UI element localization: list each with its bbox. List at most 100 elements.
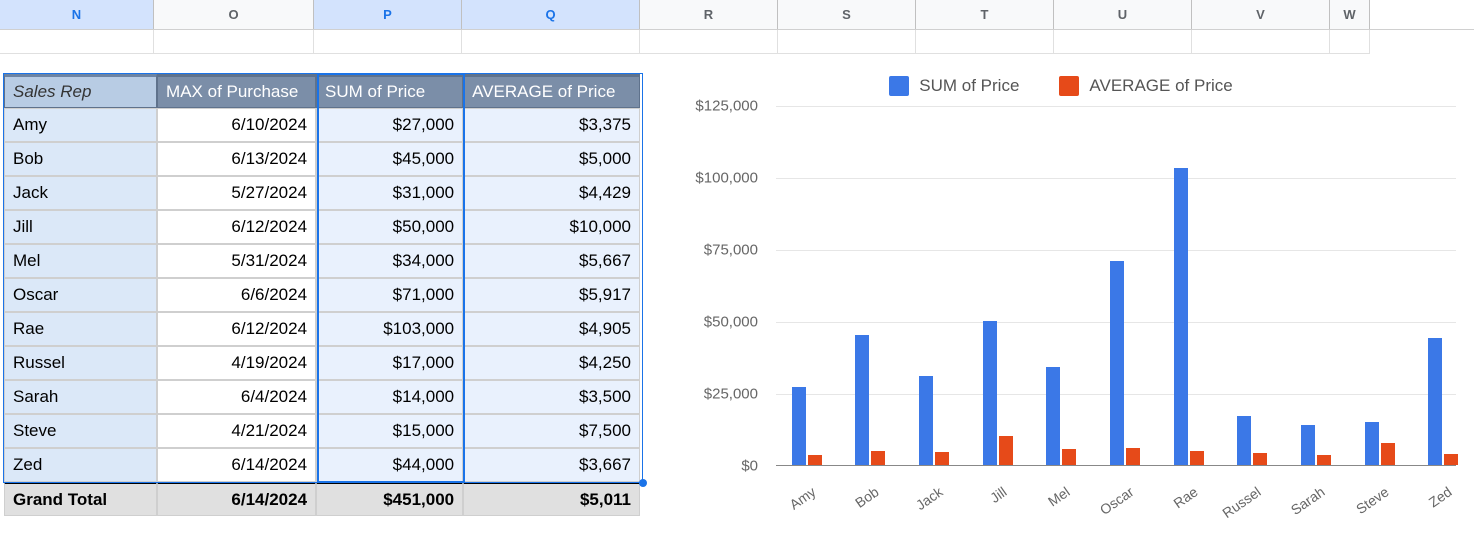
pivot-value[interactable]: $71,000	[316, 278, 463, 312]
y-tick-label: $25,000	[704, 386, 758, 403]
selection-handle[interactable]	[639, 479, 647, 487]
column-header-S[interactable]: S	[778, 0, 916, 29]
pivot-value[interactable]: 6/12/2024	[157, 210, 316, 244]
cell[interactable]	[462, 30, 640, 54]
pivot-value[interactable]: $50,000	[316, 210, 463, 244]
pivot-row-label[interactable]: Jack	[4, 176, 157, 210]
pivot-total[interactable]: $5,011	[463, 482, 640, 516]
pivot-value[interactable]: $17,000	[316, 346, 463, 380]
pivot-value[interactable]: $5,667	[463, 244, 640, 278]
chart[interactable]: SUM of PriceAVERAGE of Price $0$25,000$5…	[656, 56, 1466, 526]
legend-swatch	[1059, 76, 1079, 96]
column-header-row: NOPQRSTUVW	[0, 0, 1474, 30]
bar	[1062, 449, 1076, 465]
pivot-value[interactable]: $27,000	[316, 108, 463, 142]
grid-line	[776, 106, 1456, 107]
bar	[1444, 454, 1458, 465]
pivot-value[interactable]: $34,000	[316, 244, 463, 278]
bar	[1110, 261, 1124, 465]
bar	[1317, 455, 1331, 465]
bar	[1046, 367, 1060, 465]
bar	[1365, 422, 1379, 465]
pivot-value[interactable]: $3,375	[463, 108, 640, 142]
bar	[1381, 443, 1395, 465]
cell[interactable]	[0, 30, 154, 54]
pivot-value[interactable]: 6/12/2024	[157, 312, 316, 346]
column-header-V[interactable]: V	[1192, 0, 1330, 29]
bar	[999, 436, 1013, 465]
bar	[919, 376, 933, 465]
pivot-total[interactable]: Grand Total	[4, 482, 157, 516]
pivot-value[interactable]: $3,667	[463, 448, 640, 482]
cell[interactable]	[640, 30, 778, 54]
pivot-value[interactable]: $103,000	[316, 312, 463, 346]
pivot-header-rowlabel[interactable]: Sales Rep	[4, 74, 157, 108]
pivot-total[interactable]: $451,000	[316, 482, 463, 516]
cell[interactable]	[778, 30, 916, 54]
pivot-value[interactable]: $31,000	[316, 176, 463, 210]
pivot-value[interactable]: $3,500	[463, 380, 640, 414]
column-header-P[interactable]: P	[314, 0, 462, 29]
pivot-header[interactable]: AVERAGE of Price	[463, 74, 640, 108]
y-tick-label: $125,000	[695, 98, 758, 115]
pivot-value[interactable]: 4/19/2024	[157, 346, 316, 380]
x-tick-label: Bob	[852, 483, 882, 510]
pivot-value[interactable]: $4,429	[463, 176, 640, 210]
bar	[855, 335, 869, 465]
pivot-value[interactable]: 6/10/2024	[157, 108, 316, 142]
pivot-value[interactable]: 6/6/2024	[157, 278, 316, 312]
x-axis-labels: AmyBobJackJillMelOscarRaeRusselSarahStev…	[776, 468, 1456, 518]
column-header-U[interactable]: U	[1054, 0, 1192, 29]
cell[interactable]	[314, 30, 462, 54]
column-header-Q[interactable]: Q	[462, 0, 640, 29]
pivot-value[interactable]: $45,000	[316, 142, 463, 176]
column-header-W[interactable]: W	[1330, 0, 1370, 29]
column-header-O[interactable]: O	[154, 0, 314, 29]
pivot-value[interactable]: $4,250	[463, 346, 640, 380]
bar	[1253, 453, 1267, 465]
bar	[1126, 448, 1140, 465]
pivot-row-label[interactable]: Jill	[4, 210, 157, 244]
cell[interactable]	[1330, 30, 1370, 54]
pivot-value[interactable]: $4,905	[463, 312, 640, 346]
cell[interactable]	[154, 30, 314, 54]
pivot-value[interactable]: 6/13/2024	[157, 142, 316, 176]
column-header-N[interactable]: N	[0, 0, 154, 29]
pivot-total[interactable]: 6/14/2024	[157, 482, 316, 516]
cell[interactable]	[916, 30, 1054, 54]
bar	[1174, 168, 1188, 465]
pivot-row-label[interactable]: Russel	[4, 346, 157, 380]
pivot-value[interactable]: 5/27/2024	[157, 176, 316, 210]
bar	[983, 321, 997, 465]
pivot-row-label[interactable]: Sarah	[4, 380, 157, 414]
pivot-row-label[interactable]: Steve	[4, 414, 157, 448]
pivot-row-label[interactable]: Mel	[4, 244, 157, 278]
pivot-row-label[interactable]: Zed	[4, 448, 157, 482]
legend-swatch	[889, 76, 909, 96]
pivot-value[interactable]: $44,000	[316, 448, 463, 482]
pivot-row-label[interactable]: Oscar	[4, 278, 157, 312]
legend-item: SUM of Price	[889, 76, 1019, 96]
pivot-row-label[interactable]: Amy	[4, 108, 157, 142]
pivot-header[interactable]: SUM of Price	[316, 74, 463, 108]
pivot-value[interactable]: $7,500	[463, 414, 640, 448]
pivot-value[interactable]: 6/14/2024	[157, 448, 316, 482]
pivot-value[interactable]: $14,000	[316, 380, 463, 414]
pivot-value[interactable]: $5,000	[463, 142, 640, 176]
pivot-row-label[interactable]: Rae	[4, 312, 157, 346]
column-header-R[interactable]: R	[640, 0, 778, 29]
pivot-value[interactable]: $10,000	[463, 210, 640, 244]
pivot-value[interactable]: 4/21/2024	[157, 414, 316, 448]
cell[interactable]	[1054, 30, 1192, 54]
cell[interactable]	[1192, 30, 1330, 54]
pivot-value[interactable]: 6/4/2024	[157, 380, 316, 414]
pivot-value[interactable]: 5/31/2024	[157, 244, 316, 278]
pivot-header[interactable]: MAX of Purchase	[157, 74, 316, 108]
y-tick-label: $75,000	[704, 242, 758, 259]
column-header-T[interactable]: T	[916, 0, 1054, 29]
pivot-row-label[interactable]: Bob	[4, 142, 157, 176]
x-tick-label: Amy	[786, 483, 818, 512]
y-tick-label: $0	[741, 458, 758, 475]
pivot-value[interactable]: $15,000	[316, 414, 463, 448]
pivot-value[interactable]: $5,917	[463, 278, 640, 312]
